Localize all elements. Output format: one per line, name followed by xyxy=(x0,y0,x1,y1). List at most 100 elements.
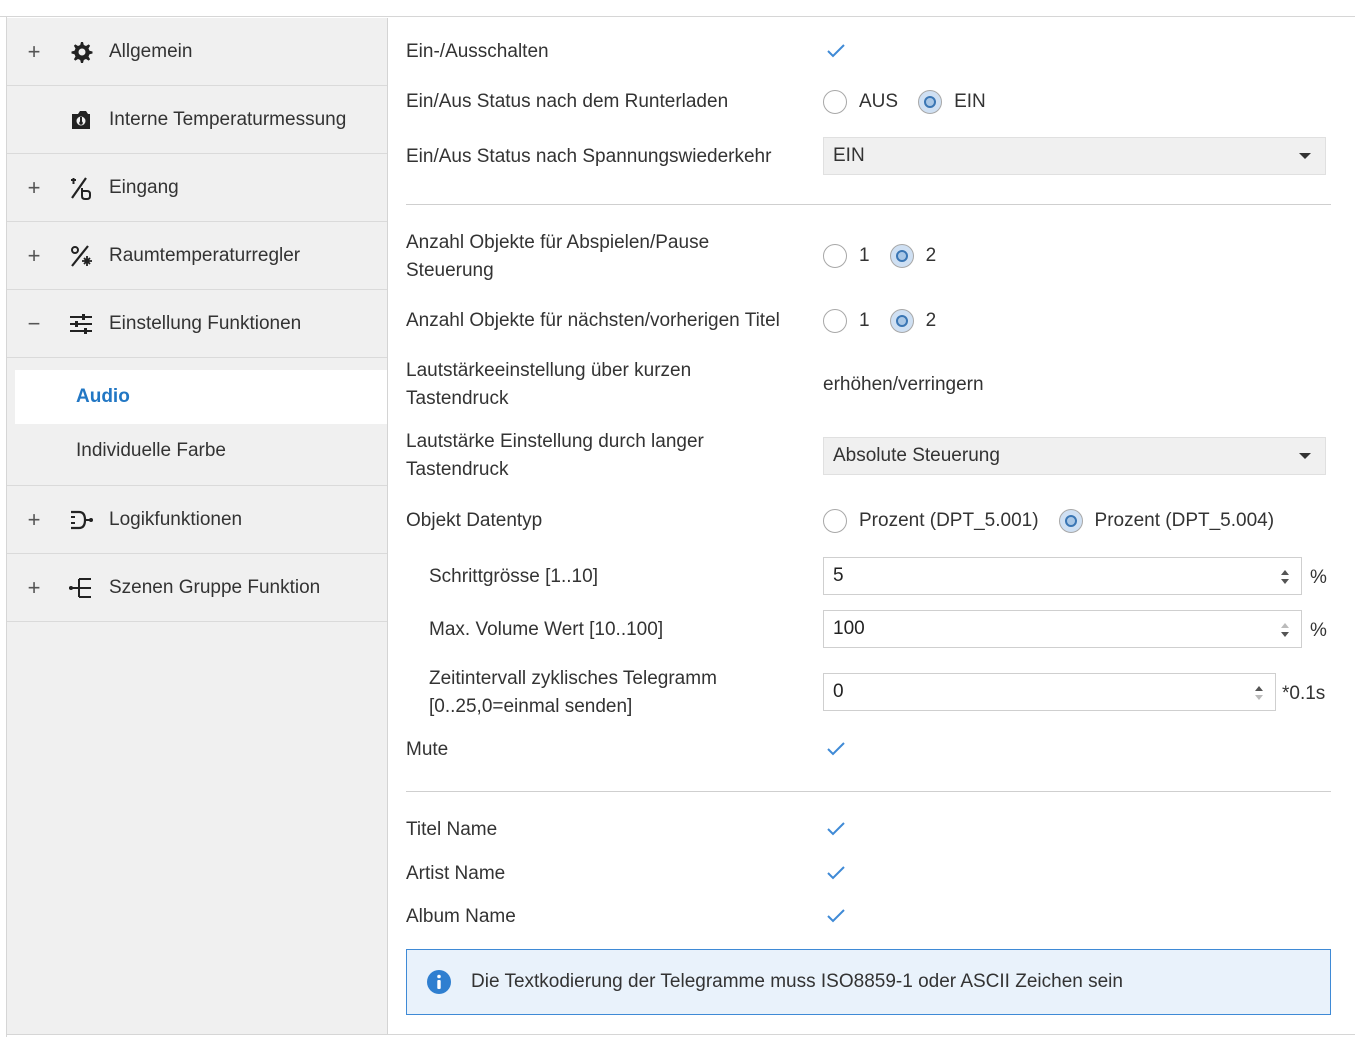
section-divider xyxy=(406,791,1331,792)
volume-short-label: Lautstärkeeinstellung über kurzen Tasten… xyxy=(406,357,691,413)
expand-icon[interactable]: + xyxy=(24,39,44,65)
info-message-box: Die Textkodierung der Telegramme muss IS… xyxy=(406,949,1331,1015)
next-prev-label: Anzahl Objekte für nächsten/vorherigen T… xyxy=(406,310,780,331)
mute-checkbox[interactable] xyxy=(823,736,849,762)
radio-1[interactable] xyxy=(823,244,847,268)
sidebar-item-allgemein[interactable]: + Allgemein xyxy=(7,18,387,86)
sidebar: + Allgemein Interne Temperaturmessung + … xyxy=(7,18,388,1034)
radio-dpt-5001[interactable] xyxy=(823,509,847,533)
max-volume-unit: % xyxy=(1310,620,1327,641)
interval-input[interactable]: 0 xyxy=(823,673,1276,711)
radio-1[interactable] xyxy=(823,309,847,333)
input-icon xyxy=(71,176,91,200)
radio-dpt-5001-label: Prozent (DPT_5.001) xyxy=(859,510,1039,531)
radio-dpt-5004[interactable] xyxy=(1058,509,1083,533)
sidebar-subitem-label: Individuelle Farbe xyxy=(76,440,226,461)
chevron-down-icon xyxy=(1299,153,1311,159)
info-icon xyxy=(427,970,451,994)
mute-label: Mute xyxy=(406,739,449,760)
sidebar-item-logikfunktionen[interactable]: + Logikfunktionen xyxy=(7,486,387,554)
sidebar-item-label: Szenen Gruppe Funktion xyxy=(109,576,321,598)
onoff-checkbox[interactable] xyxy=(823,38,849,64)
play-pause-radio-group: 1 2 xyxy=(823,242,956,270)
max-volume-value: 100 xyxy=(833,618,865,639)
thermometer-camera-icon xyxy=(72,110,90,129)
checkmark-icon xyxy=(827,909,845,923)
logic-icon xyxy=(71,510,93,529)
volume-long-label: Lautstärke Einstellung durch langer Tast… xyxy=(406,428,704,484)
checkmark-icon xyxy=(827,742,845,756)
radio-1-label: 1 xyxy=(859,245,870,266)
checkmark-icon xyxy=(827,822,845,836)
radio-1-label: 1 xyxy=(859,310,870,331)
volume-long-label-line1: Lautstärke Einstellung durch langer xyxy=(406,431,704,452)
sidebar-item-szenen-gruppe-funktion[interactable]: + Szenen Gruppe Funktion xyxy=(7,554,387,622)
volume-short-label-line2: Tastendruck xyxy=(406,388,509,409)
temperature-controller-icon xyxy=(71,244,92,267)
expand-icon[interactable]: + xyxy=(24,575,44,601)
interval-label-line1: Zeitintervall zyklisches Telegramm xyxy=(429,668,717,689)
play-pause-label-line2: Steuerung xyxy=(406,260,494,281)
sidebar-item-label: Einstellung Funktionen xyxy=(109,312,302,334)
title-name-checkbox[interactable] xyxy=(823,816,849,842)
radio-aus[interactable] xyxy=(823,90,847,114)
sidebar-item-interne-temperaturmessung[interactable]: Interne Temperaturmessung xyxy=(7,86,387,154)
step-size-input[interactable]: 5 xyxy=(823,557,1302,595)
radio-dpt-5004-label: Prozent (DPT_5.004) xyxy=(1094,510,1275,531)
dropdown-value: EIN xyxy=(833,145,865,166)
volume-short-value: erhöhen/verringern xyxy=(823,374,984,395)
sidebar-item-einstellung-funktionen[interactable]: − Einstellung Funktionen xyxy=(7,290,387,358)
sidebar-item-label: Interne Temperaturmessung xyxy=(109,108,347,130)
sidebar-subitem-label: Audio xyxy=(76,386,130,407)
sidebar-subitem-individuelle-farbe[interactable]: Individuelle Farbe xyxy=(7,424,387,486)
gear-icon xyxy=(71,41,93,63)
volume-long-dropdown[interactable]: Absolute Steuerung xyxy=(823,437,1326,475)
sidebar-subitem-audio[interactable]: Audio xyxy=(15,370,387,424)
chevron-down-icon xyxy=(1299,453,1311,459)
artist-name-label: Artist Name xyxy=(406,863,506,884)
step-size-unit: % xyxy=(1310,567,1327,588)
radio-2[interactable] xyxy=(889,309,914,333)
interval-value: 0 xyxy=(833,681,844,702)
spinner-arrows-icon[interactable] xyxy=(1279,618,1291,642)
volume-short-label-line1: Lautstärkeeinstellung über kurzen xyxy=(406,360,692,381)
sidebar-item-label: Raumtemperaturregler xyxy=(109,244,301,266)
status-power-dropdown[interactable]: EIN xyxy=(823,137,1326,175)
status-download-label: Ein/Aus Status nach dem Runterladen xyxy=(406,91,729,112)
volume-long-label-line2: Tastendruck xyxy=(406,459,509,480)
interval-label: Zeitintervall zyklisches Telegramm [0..2… xyxy=(429,665,717,721)
section-divider xyxy=(406,204,1331,205)
datatype-label: Objekt Datentyp xyxy=(406,510,543,531)
album-name-checkbox[interactable] xyxy=(823,903,849,929)
onoff-label: Ein-/Ausschalten xyxy=(406,41,549,62)
step-size-label: Schrittgrösse [1..10] xyxy=(429,566,598,587)
interval-unit: *0.1s xyxy=(1282,683,1326,704)
datatype-radio-group: Prozent (DPT_5.001) Prozent (DPT_5.004) xyxy=(823,507,1294,535)
max-volume-input[interactable]: 100 xyxy=(823,610,1302,648)
max-volume-label: Max. Volume Wert [10..100] xyxy=(429,619,664,640)
spinner-arrows-icon[interactable] xyxy=(1253,681,1265,705)
window-top-border xyxy=(0,16,1355,17)
checkmark-icon xyxy=(827,866,845,880)
expand-icon[interactable]: + xyxy=(24,175,44,201)
scene-group-icon xyxy=(69,577,91,598)
radio-2[interactable] xyxy=(889,244,914,268)
dropdown-value: Absolute Steuerung xyxy=(833,445,1000,466)
album-name-label: Album Name xyxy=(406,906,516,927)
sidebar-item-label: Allgemein xyxy=(109,40,193,62)
play-pause-label-line1: Anzahl Objekte für Abspielen/Pause xyxy=(406,232,710,253)
checkmark-icon xyxy=(827,44,845,58)
radio-ein[interactable] xyxy=(918,90,943,114)
info-message-text: Die Textkodierung der Telegramme muss IS… xyxy=(471,971,1123,992)
sidebar-item-eingang[interactable]: + Eingang xyxy=(7,154,387,222)
status-power-label: Ein/Aus Status nach Spannungswiederkehr xyxy=(406,146,772,167)
radio-ein-label: EIN xyxy=(954,91,986,112)
artist-name-checkbox[interactable] xyxy=(823,860,849,886)
spinner-arrows-icon[interactable] xyxy=(1279,565,1291,589)
expand-icon[interactable]: + xyxy=(24,507,44,533)
next-prev-radio-group: 1 2 xyxy=(823,307,956,335)
sidebar-item-raumtemperaturregler[interactable]: + Raumtemperaturregler xyxy=(7,222,387,290)
collapse-icon[interactable]: − xyxy=(24,311,44,337)
play-pause-label: Anzahl Objekte für Abspielen/Pause Steue… xyxy=(406,229,709,285)
expand-icon[interactable]: + xyxy=(24,243,44,269)
